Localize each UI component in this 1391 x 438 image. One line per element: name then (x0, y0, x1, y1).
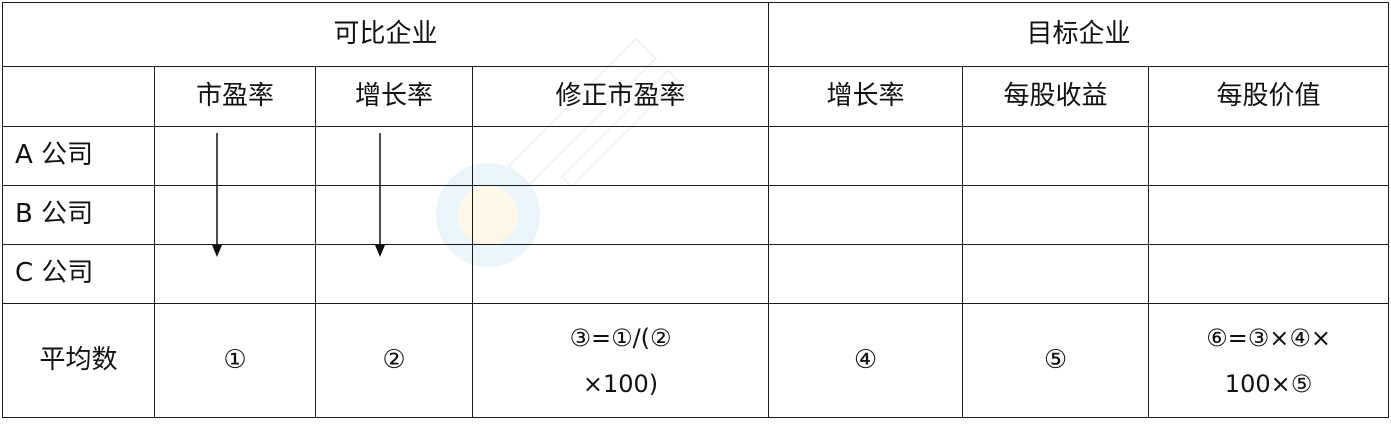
cell-c-target-growth (768, 244, 964, 304)
cell-c-adjusted-pe (471, 244, 770, 304)
cell-a-pe (154, 126, 316, 257)
cell-b-value (1148, 185, 1390, 245)
col-pe-ratio: 市盈率 (154, 66, 316, 127)
cell-c-eps (962, 244, 1150, 304)
cell-b-target-growth (768, 185, 964, 245)
col-target-growth-rate: 增长率 (768, 66, 964, 127)
table-row-company-c: C 公司 (2, 244, 1390, 304)
header-row: 可比企业 目标企业 (1, 2, 1390, 67)
cell-avg-value: ⑥=③×④× 100×⑤ (1148, 303, 1390, 418)
col-adjusted-pe: 修正市盈率 (471, 66, 770, 127)
col-value-per-share: 每股价值 (1148, 66, 1390, 127)
cell-avg-pe: ① (154, 303, 316, 418)
corner-cell (2, 66, 155, 127)
cell-avg-eps: ⑤ (962, 303, 1150, 418)
cell-a-value (1148, 126, 1390, 186)
value-formula-line2: 100×⑤ (1224, 369, 1313, 398)
cell-c-growth (315, 244, 473, 304)
table-row-company-b: B 公司 (2, 185, 1390, 245)
cell-b-growth (315, 185, 473, 245)
value-formula-line1: ⑥=③×④× (1206, 323, 1331, 352)
cell-a-target-growth (768, 126, 964, 186)
cell-b-adjusted-pe (471, 185, 770, 245)
cell-a-adjusted-pe (471, 126, 770, 186)
col-growth-rate: 增长率 (315, 66, 473, 127)
cell-avg-target-growth: ④ (768, 303, 964, 418)
table-row-company-a: A 公司 (2, 126, 1390, 257)
down-arrow-icon (212, 133, 222, 257)
cell-b-pe (154, 185, 316, 245)
cell-c-value (1148, 244, 1390, 304)
cell-c-pe (154, 244, 316, 304)
row-label-a: A 公司 (2, 126, 155, 186)
target-company-header: 目标企业 (768, 2, 1390, 67)
cell-avg-growth: ② (315, 303, 473, 418)
comparable-companies-header: 可比企业 (1, 2, 770, 67)
cell-b-eps (962, 185, 1150, 245)
cell-a-growth (315, 126, 473, 257)
table-row-average: 平均数 ① ② ③=①/(② ×100) ④ ⑤ ⑥=③×④× 100×⑤ (2, 303, 1390, 418)
down-arrow-icon (375, 133, 385, 257)
adjusted-pe-formula-line2: ×100) (582, 369, 659, 398)
col-eps: 每股收益 (962, 66, 1150, 127)
valuation-table: 可比企业 目标企业 市盈率 增长率 修正市盈率 增长率 每股收益 每股价值 A … (1, 2, 1390, 418)
row-label-c: C 公司 (2, 244, 155, 304)
row-label-average: 平均数 (2, 303, 155, 418)
adjusted-pe-formula-line1: ③=①/(② (569, 323, 672, 352)
cell-avg-adjusted-pe: ③=①/(② ×100) (471, 303, 770, 418)
row-label-b: B 公司 (2, 185, 155, 245)
cell-a-eps (962, 126, 1150, 186)
column-header-row: 市盈率 增长率 修正市盈率 增长率 每股收益 每股价值 (2, 66, 1390, 127)
